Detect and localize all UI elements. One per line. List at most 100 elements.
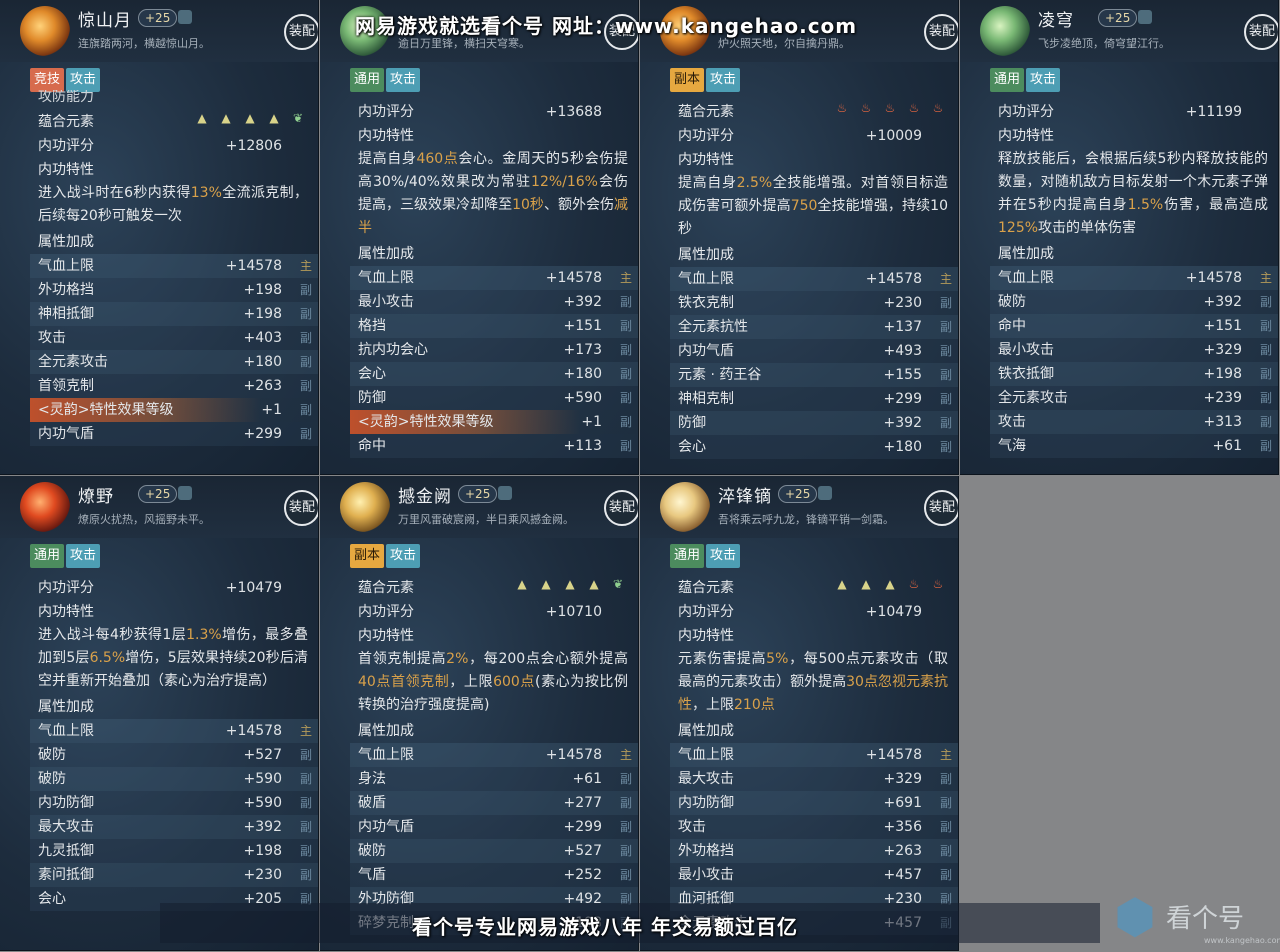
trait-header: 内功特性: [358, 128, 414, 144]
wood-element-icon: ❦: [612, 577, 624, 591]
attr-header: 属性加成: [678, 723, 734, 739]
trait-text: ，上限: [449, 674, 494, 690]
fire-element-icon: ♨: [908, 101, 920, 115]
attr-value: +14578: [225, 723, 282, 739]
card-description: 吾将乘云呼九龙，锋镝平销一剑霜。: [718, 513, 894, 526]
fire-element-icon: ♨: [932, 101, 944, 115]
attr-type-tag: 副: [619, 772, 632, 786]
attr-type-tag: 副: [619, 367, 632, 381]
attr-row: 攻击 +403 副: [30, 326, 318, 350]
score-row: 内功评分 +10479: [670, 600, 958, 624]
attr-name: 防御: [358, 390, 386, 406]
attr-type-tag: 副: [939, 868, 952, 882]
attr-value: +198: [243, 306, 282, 322]
card-body: 内功评分 +10479 内功特性 进入战斗每4秒获得1层1.3%增伤，最多叠加到5层6…: [30, 576, 318, 950]
element-icons: ▲ ▲ ▲ ▲ ❦: [514, 576, 626, 592]
attr-name: 身法: [358, 771, 386, 787]
attr-type-tag: 主: [299, 259, 312, 273]
equip-button[interactable]: 装配: [1244, 14, 1278, 50]
attr-row: 内功气盾 +299 副: [350, 815, 638, 839]
trait-text: ，每200点会心额外提高: [468, 651, 629, 667]
level-badge: +25: [458, 485, 498, 503]
card-header: 淬锋镝 +25 吾将乘云呼九龙，锋镝平销一剑霜。 装配: [640, 476, 958, 538]
attr-name: 最小攻击: [358, 294, 414, 310]
element-label: 蕴合元素: [678, 580, 734, 596]
score-value: +10710: [545, 604, 602, 620]
equip-button[interactable]: 装配: [284, 14, 318, 50]
xinfa-emblem-icon: [660, 482, 710, 532]
attr-type-tag: 副: [939, 772, 952, 786]
attr-name: 破盾: [358, 795, 386, 811]
card-body: 蕴合元素 ▲ ▲ ▲ ▲ ❦ 内功评分 +10710 内功特性 首领克制提高2%，每200点会心额…: [350, 576, 638, 950]
trait-text: 提高自身: [678, 175, 737, 191]
score-label: 内功评分: [678, 604, 734, 620]
attr-value: +151: [563, 318, 602, 334]
overlay-top-banner: 网易游戏就选看个号 网址：www.kangehao.com: [355, 14, 858, 38]
attr-row: 破防 +527 副: [30, 743, 318, 767]
category-tag: 副本: [670, 68, 705, 92]
attr-type-tag: 副: [1259, 343, 1272, 357]
attr-name: 气海: [998, 438, 1026, 454]
xinfa-emblem-icon: [20, 6, 70, 56]
element-label: 蕴合元素: [38, 114, 94, 130]
trait-highlight: 5%: [766, 651, 789, 667]
attr-type-tag: 副: [619, 295, 632, 309]
attr-row: 气血上限 +14578 主: [670, 267, 958, 291]
attr-name: 气血上限: [38, 258, 94, 274]
attr-name: 全元素攻击: [998, 390, 1068, 406]
attr-type-tag: 副: [939, 796, 952, 810]
type-tag: 攻击: [386, 544, 421, 568]
attr-value: +329: [883, 771, 922, 787]
watermark: ⬢ 看个号 www.kangehao.com: [1106, 888, 1280, 946]
trait-text: 提高自身: [358, 151, 417, 167]
attr-type-tag: 主: [619, 748, 632, 762]
xinfa-card: 撼金阙 +25 万里风雷破宸阙，半日乘风撼金阙。 装配 副本 攻击 蕴合元素 ▲ ▲ ▲ ▲ ❦ 内功评…: [320, 476, 639, 951]
tag-group: 副本 攻击: [670, 68, 742, 92]
equip-button[interactable]: 装配: [924, 490, 958, 526]
attr-name: 格挡: [358, 318, 386, 334]
attr-row: 神相抵御 +198 副: [30, 302, 318, 326]
trait-highlight: 13%: [190, 185, 222, 201]
attr-row: <灵韵>特性效果等级 +1 副: [350, 410, 638, 434]
shield-logo-icon: ⬢: [1114, 889, 1156, 945]
attr-row: 元素 · 药王谷 +155 副: [670, 363, 958, 387]
attr-value: +299: [243, 426, 282, 442]
attr-name: 内功防御: [678, 795, 734, 811]
attr-name: 元素 · 药王谷: [678, 367, 762, 383]
attr-row: 气血上限 +14578 主: [30, 719, 318, 743]
attr-row: 内功气盾 +299 副: [30, 422, 318, 446]
gold-element-icon: ▲: [589, 577, 599, 591]
attr-type-tag: 副: [939, 820, 952, 834]
equip-button[interactable]: 装配: [284, 490, 318, 526]
attr-row: 首领克制 +263 副: [30, 374, 318, 398]
attr-row: 内功防御 +691 副: [670, 791, 958, 815]
element-icons: ▲ ▲ ▲ ▲ ❦: [194, 110, 306, 126]
attr-type-tag: 副: [619, 796, 632, 810]
attr-type-tag: 副: [1259, 295, 1272, 309]
xinfa-emblem-icon: [340, 482, 390, 532]
rank-icon: [498, 486, 512, 500]
attr-row: 攻击 +313 副: [990, 410, 1278, 434]
attr-value: +1: [581, 414, 602, 430]
attr-value: +263: [883, 843, 922, 859]
card-header: 凌穹 +25 飞步凌绝顶，倚穹望江行。 装配: [960, 0, 1278, 62]
attr-value: +1: [261, 402, 282, 418]
tag-group: 竞技 攻击: [30, 68, 102, 92]
score-label: 内功评分: [358, 104, 414, 120]
trait-text: 首领克制提高: [358, 651, 447, 667]
element-row: 蕴合元素 ▲ ▲ ▲ ▲ ❦: [350, 576, 638, 600]
card-body: 蕴合元素 ▲ ▲ ▲ ♨ ♨ 内功评分 +10479 内功特性 元素伤害提高5%，每500点元素攻…: [670, 576, 958, 950]
trait-highlight: 210点: [734, 697, 775, 713]
attr-value: +230: [243, 867, 282, 883]
equip-button[interactable]: 装配: [604, 490, 638, 526]
attr-name: 攻击: [678, 819, 706, 835]
attr-name: 命中: [998, 318, 1026, 334]
attr-name: <灵韵>特性效果等级: [358, 414, 494, 430]
attr-type-tag: 副: [939, 320, 952, 334]
xinfa-emblem-icon: [20, 482, 70, 532]
equip-button[interactable]: 装配: [924, 14, 958, 50]
element-row: 蕴合元素 ▲ ▲ ▲ ♨ ♨: [670, 576, 958, 600]
score-row: 内功评分 +10009: [670, 124, 958, 148]
card-header: 惊山月 +25 连旗踏两河，横越惊山月。 装配: [0, 0, 318, 62]
attr-type-tag: 副: [939, 440, 952, 454]
